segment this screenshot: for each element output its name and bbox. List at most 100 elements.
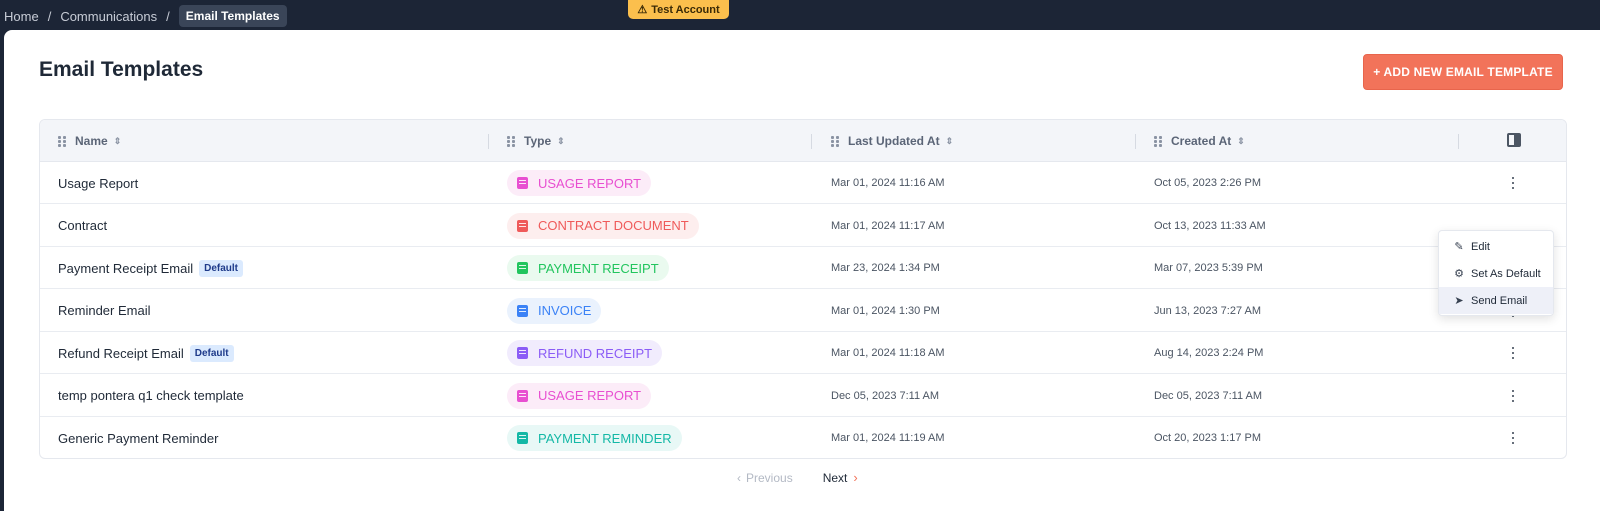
previous-page-button[interactable]: ‹ Previous: [737, 471, 793, 485]
type-badge: CONTRACT DOCUMENT: [507, 212, 699, 239]
menu-item-label: Edit: [1471, 240, 1490, 253]
type-label: CONTRACT DOCUMENT: [538, 218, 689, 233]
created-at-cell: Dec 05, 2023 7:11 AM: [1154, 389, 1263, 402]
test-account-label: Test Account: [651, 3, 720, 16]
type-badge: USAGE REPORT: [507, 170, 652, 196]
column-header-label: Last Updated At: [848, 134, 940, 148]
row-action-menu: ✎ Edit ⚙ Set As Default ➤ Send Email: [1438, 230, 1554, 316]
table-row[interactable]: Usage Report USAGE REPORT Mar 01, 2024 11:…: [40, 162, 1566, 204]
drag-handle-icon[interactable]: [507, 135, 515, 147]
send-icon: ➤: [1454, 295, 1464, 307]
template-name: temp pontera q1 check template: [58, 388, 244, 403]
template-name: Generic Payment Reminder: [58, 430, 219, 446]
sort-icon[interactable]: ⇕: [946, 136, 954, 146]
next-page-button[interactable]: Next ›: [823, 470, 858, 485]
column-header-type[interactable]: Type ⇕: [507, 120, 565, 162]
column-panel-toggle-icon[interactable]: [1507, 133, 1521, 147]
breadcrumb-communications[interactable]: Communications: [60, 9, 157, 24]
email-templates-table: Name ⇕ Type ⇕ Last Updated At ⇕ Created …: [39, 119, 1567, 459]
template-name: Refund Receipt Email: [58, 345, 184, 361]
last-updated-cell: Mar 01, 2024 11:19 AM: [831, 432, 945, 444]
last-updated-cell: Mar 01, 2024 11:18 AM: [831, 347, 945, 359]
type-badge: INVOICE: [507, 297, 602, 324]
type-badge: PAYMENT REMINDER: [507, 425, 682, 451]
type-label: PAYMENT RECEIPT: [538, 260, 659, 276]
type-label: REFUND RECEIPT: [538, 345, 653, 361]
document-type-icon: [517, 262, 528, 274]
sort-icon[interactable]: ⇕: [557, 136, 565, 146]
column-header-label: Type: [524, 134, 552, 148]
sort-icon[interactable]: ⇕: [1237, 136, 1245, 146]
created-at-cell: Jun 13, 2023 7:27 AM: [1154, 304, 1262, 317]
last-updated-cell: Mar 23, 2024 1:34 PM: [831, 262, 940, 274]
last-updated-cell: Dec 05, 2023 7:11 AM: [831, 389, 940, 402]
page-title: Email Templates: [39, 58, 204, 81]
last-updated-cell: Mar 01, 2024 11:17 AM: [831, 219, 945, 232]
created-at-cell: Aug 14, 2023 2:24 PM: [1154, 347, 1264, 359]
drag-handle-icon[interactable]: [831, 135, 839, 147]
template-name: Contract: [58, 218, 108, 233]
template-name: Payment Receipt Email: [58, 260, 194, 276]
column-header-name[interactable]: Name ⇕: [58, 120, 121, 162]
template-name-cell: Generic Payment Reminder: [58, 417, 219, 458]
gear-icon: ⚙: [1454, 268, 1464, 280]
chevron-right-icon: ›: [853, 470, 858, 485]
document-type-icon: [517, 347, 528, 359]
menu-item-edit[interactable]: ✎ Edit: [1439, 233, 1553, 260]
type-label: INVOICE: [538, 303, 592, 318]
created-at-cell: Oct 20, 2023 1:17 PM: [1154, 432, 1262, 444]
document-type-icon: [517, 304, 528, 317]
menu-item-send-email[interactable]: ➤ Send Email: [1439, 287, 1553, 314]
main-panel: Email Templates + ADD NEW EMAIL TEMPLATE…: [4, 30, 1600, 511]
template-name-cell: Contract: [58, 205, 107, 247]
table-row[interactable]: Reminder Email INVOICE Mar 01, 2024 1:30 P…: [40, 290, 1566, 332]
created-at-cell: Oct 05, 2023 2:26 PM: [1154, 177, 1262, 189]
table-row[interactable]: temp pontera q1 check template USAGE REPO…: [40, 375, 1566, 417]
document-type-icon: [517, 219, 528, 232]
table-row[interactable]: Generic Payment Reminder PAYMENT REMINDER…: [40, 417, 1566, 458]
table-row[interactable]: Payment Receipt Email Default PAYMENT RECE…: [40, 247, 1566, 289]
more-actions-icon[interactable]: [1508, 431, 1518, 445]
column-resize-handle[interactable]: [811, 134, 812, 149]
type-label: USAGE REPORT: [538, 175, 642, 191]
breadcrumb: Home / Communications / Email Templates: [4, 5, 287, 27]
type-badge: REFUND RECEIPT: [507, 340, 663, 366]
table-row[interactable]: Contract CONTRACT DOCUMENT Mar 01, 2024 11…: [40, 205, 1566, 247]
column-header-label: Name: [75, 134, 108, 148]
column-resize-handle[interactable]: [1458, 134, 1459, 149]
more-actions-icon[interactable]: [1508, 176, 1518, 190]
drag-handle-icon[interactable]: [58, 135, 66, 147]
column-resize-handle[interactable]: [488, 134, 489, 149]
menu-item-set-as-default[interactable]: ⚙ Set As Default: [1439, 260, 1553, 287]
type-badge: PAYMENT RECEIPT: [507, 255, 669, 281]
add-email-template-button[interactable]: + ADD NEW EMAIL TEMPLATE: [1363, 54, 1563, 90]
table-row[interactable]: Refund Receipt Email Default REFUND RECEIP…: [40, 332, 1566, 374]
last-updated-cell: Mar 01, 2024 1:30 PM: [831, 304, 940, 317]
template-name-cell: Refund Receipt Email Default: [58, 332, 234, 374]
last-updated-cell: Mar 01, 2024 11:16 AM: [831, 177, 945, 189]
column-header-last-updated[interactable]: Last Updated At ⇕: [831, 120, 953, 162]
column-resize-handle[interactable]: [1135, 134, 1136, 149]
template-name-cell: Reminder Email: [58, 290, 150, 332]
template-name-cell: temp pontera q1 check template: [58, 375, 244, 417]
created-at-cell: Oct 13, 2023 11:33 AM: [1154, 219, 1266, 232]
default-badge: Default: [199, 259, 244, 277]
template-name: Usage Report: [58, 175, 139, 191]
column-header-label: Created At: [1171, 134, 1232, 148]
pagination: ‹ Previous Next ›: [737, 470, 858, 485]
more-actions-icon[interactable]: [1508, 389, 1518, 403]
breadcrumb-separator: /: [47, 8, 52, 24]
sort-icon[interactable]: ⇕: [114, 136, 122, 146]
previous-label: Previous: [746, 470, 793, 485]
type-badge: USAGE REPORT: [507, 382, 652, 409]
top-bar: Home / Communications / Email Templates …: [0, 0, 1600, 30]
drag-handle-icon[interactable]: [1154, 135, 1162, 147]
column-header-created-at[interactable]: Created At ⇕: [1154, 120, 1245, 162]
template-name-cell: Payment Receipt Email Default: [58, 247, 244, 289]
table-header: Name ⇕ Type ⇕ Last Updated At ⇕ Created …: [40, 120, 1566, 162]
breadcrumb-home[interactable]: Home: [4, 9, 39, 24]
warning-triangle-icon: ⚠: [637, 4, 648, 16]
chevron-left-icon: ‹: [737, 470, 741, 485]
more-actions-icon[interactable]: [1508, 346, 1518, 360]
default-badge: Default: [189, 344, 234, 362]
